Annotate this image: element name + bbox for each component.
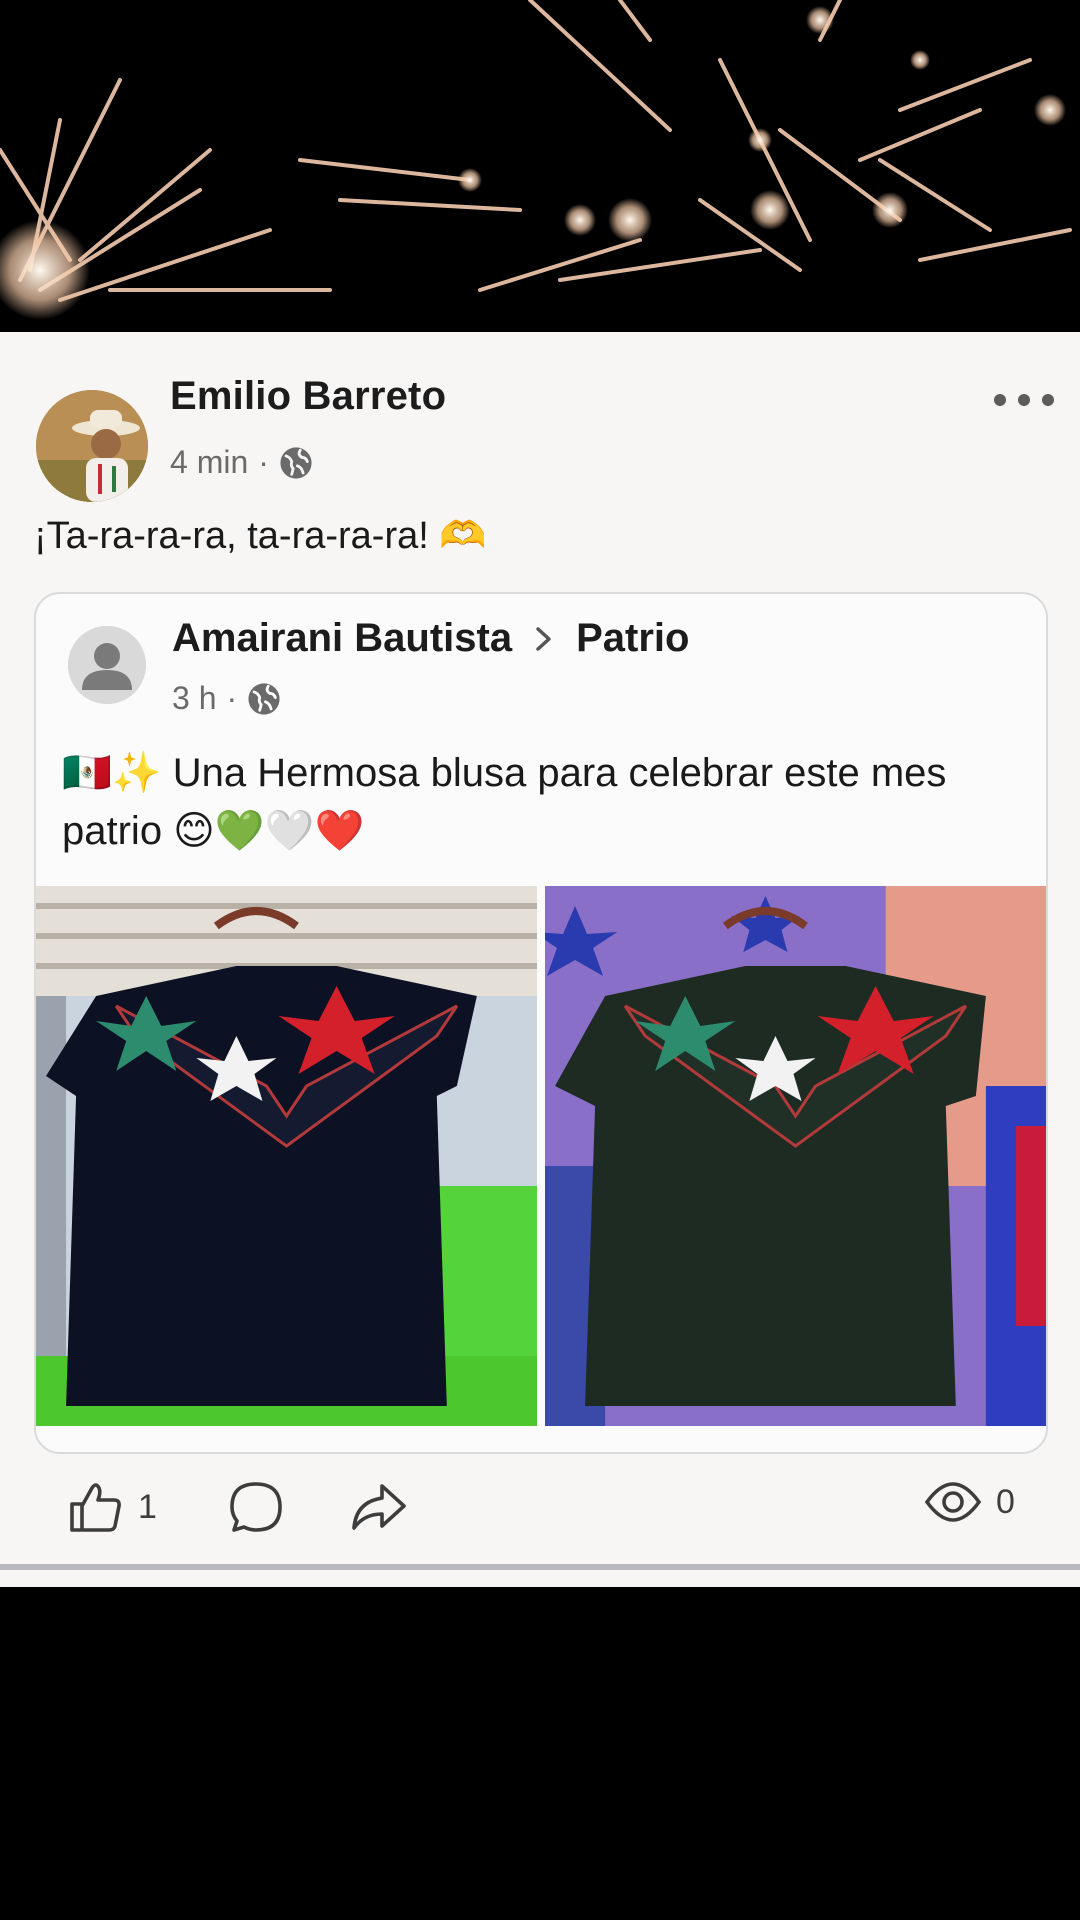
comment-button[interactable] xyxy=(228,1480,284,1534)
globe-icon xyxy=(248,682,280,715)
author-meta: 4 min · xyxy=(170,444,313,481)
author-avatar[interactable] xyxy=(36,390,148,502)
default-profile-icon[interactable] xyxy=(68,626,146,704)
post-time: 4 min xyxy=(170,444,249,480)
blouse-photo-2[interactable] xyxy=(545,886,1046,1426)
meta-separator: · xyxy=(258,444,269,480)
group-name[interactable]: Patrio xyxy=(576,616,689,661)
blouse-photo-1[interactable] xyxy=(36,886,537,1426)
views-indicator: 0 xyxy=(924,1480,1015,1524)
post-text: ¡Ta-ra-ra-ra, ta-ra-ra-ra! 🫶 xyxy=(34,515,487,557)
post-divider xyxy=(0,1564,1080,1570)
views-count: 0 xyxy=(996,1482,1015,1521)
chevron-right-icon xyxy=(536,626,551,651)
shared-author-name[interactable]: Amairani Bautista xyxy=(172,616,512,661)
fireworks-background xyxy=(0,0,1080,332)
shared-meta: 3 h · xyxy=(172,680,281,717)
thumbs-up-icon xyxy=(70,1483,121,1532)
like-button[interactable]: 1 xyxy=(68,1480,157,1534)
post-actions: 1 0 xyxy=(0,1450,1080,1560)
post-card: Emilio Barreto 4 min · ¡Ta-ra-ra-ra, ta-… xyxy=(0,332,1080,1587)
shared-post-time: 3 h xyxy=(172,680,217,716)
photo-grid xyxy=(36,886,1046,1426)
like-count: 1 xyxy=(138,1487,157,1526)
share-button[interactable] xyxy=(350,1480,408,1534)
shared-post[interactable]: Amairani Bautista Patrio 3 h · 🇲🇽✨ Una H… xyxy=(34,592,1048,1454)
share-arrow-icon xyxy=(352,1484,406,1530)
meta-separator: · xyxy=(226,680,238,716)
comment-icon xyxy=(230,1482,282,1532)
shared-header: Amairani Bautista Patrio xyxy=(172,616,689,661)
screen: Emilio Barreto 4 min · ¡Ta-ra-ra-ra, ta-… xyxy=(0,0,1080,1920)
author-name[interactable]: Emilio Barreto xyxy=(170,374,446,419)
eye-icon xyxy=(924,1482,982,1522)
more-options-icon[interactable] xyxy=(994,388,1054,412)
shared-post-text: 🇲🇽✨ Una Hermosa blusa para celebrar este… xyxy=(62,751,947,853)
globe-icon xyxy=(280,446,312,479)
